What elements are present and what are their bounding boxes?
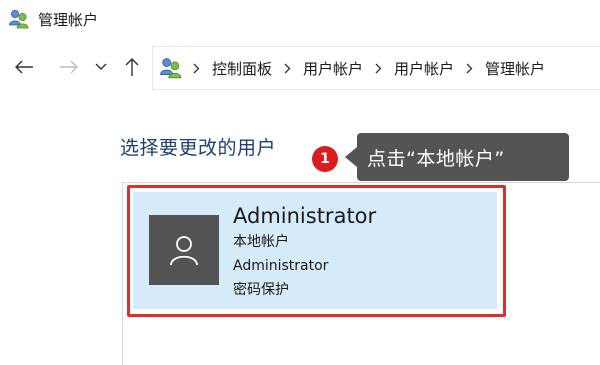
up-button[interactable] <box>120 55 144 79</box>
breadcrumb-control-panel[interactable]: 控制面板 <box>212 58 272 79</box>
breadcrumb-manage-accounts[interactable]: 管理帐户 <box>485 58 545 79</box>
chevron-right-icon[interactable] <box>193 63 200 74</box>
page-heading: 选择要更改的用户 <box>120 137 277 159</box>
window-title: 管理帐户 <box>38 10 99 29</box>
title-bar: 管理帐户 <box>0 0 600 38</box>
breadcrumb-user-accounts-sub[interactable]: 用户帐户 <box>394 58 454 79</box>
step-badge: 1 <box>312 146 338 172</box>
back-button[interactable] <box>12 55 36 79</box>
annotation-tooltip: 点击“本地帐户” <box>345 133 569 181</box>
users-icon <box>159 56 183 80</box>
recent-locations-button[interactable] <box>91 55 111 79</box>
chevron-right-icon[interactable] <box>284 63 291 74</box>
chevron-right-icon[interactable] <box>375 63 382 74</box>
highlight-box <box>127 185 506 317</box>
arrow-left-icon <box>15 60 33 74</box>
manage-accounts-window: 管理帐户 控制面板 用户帐户 用户帐户 管理帐户 选择要更改的用户 1 点击“本… <box>0 0 600 365</box>
address-bar[interactable]: 控制面板 用户帐户 用户帐户 管理帐户 <box>152 46 600 90</box>
arrow-up-icon <box>125 58 139 76</box>
arrow-right-icon <box>60 60 78 74</box>
breadcrumb-user-accounts[interactable]: 用户帐户 <box>303 58 363 79</box>
chevron-right-icon[interactable] <box>466 63 473 74</box>
users-icon <box>8 8 30 30</box>
forward-button[interactable] <box>57 55 81 79</box>
chevron-down-icon <box>95 63 107 70</box>
